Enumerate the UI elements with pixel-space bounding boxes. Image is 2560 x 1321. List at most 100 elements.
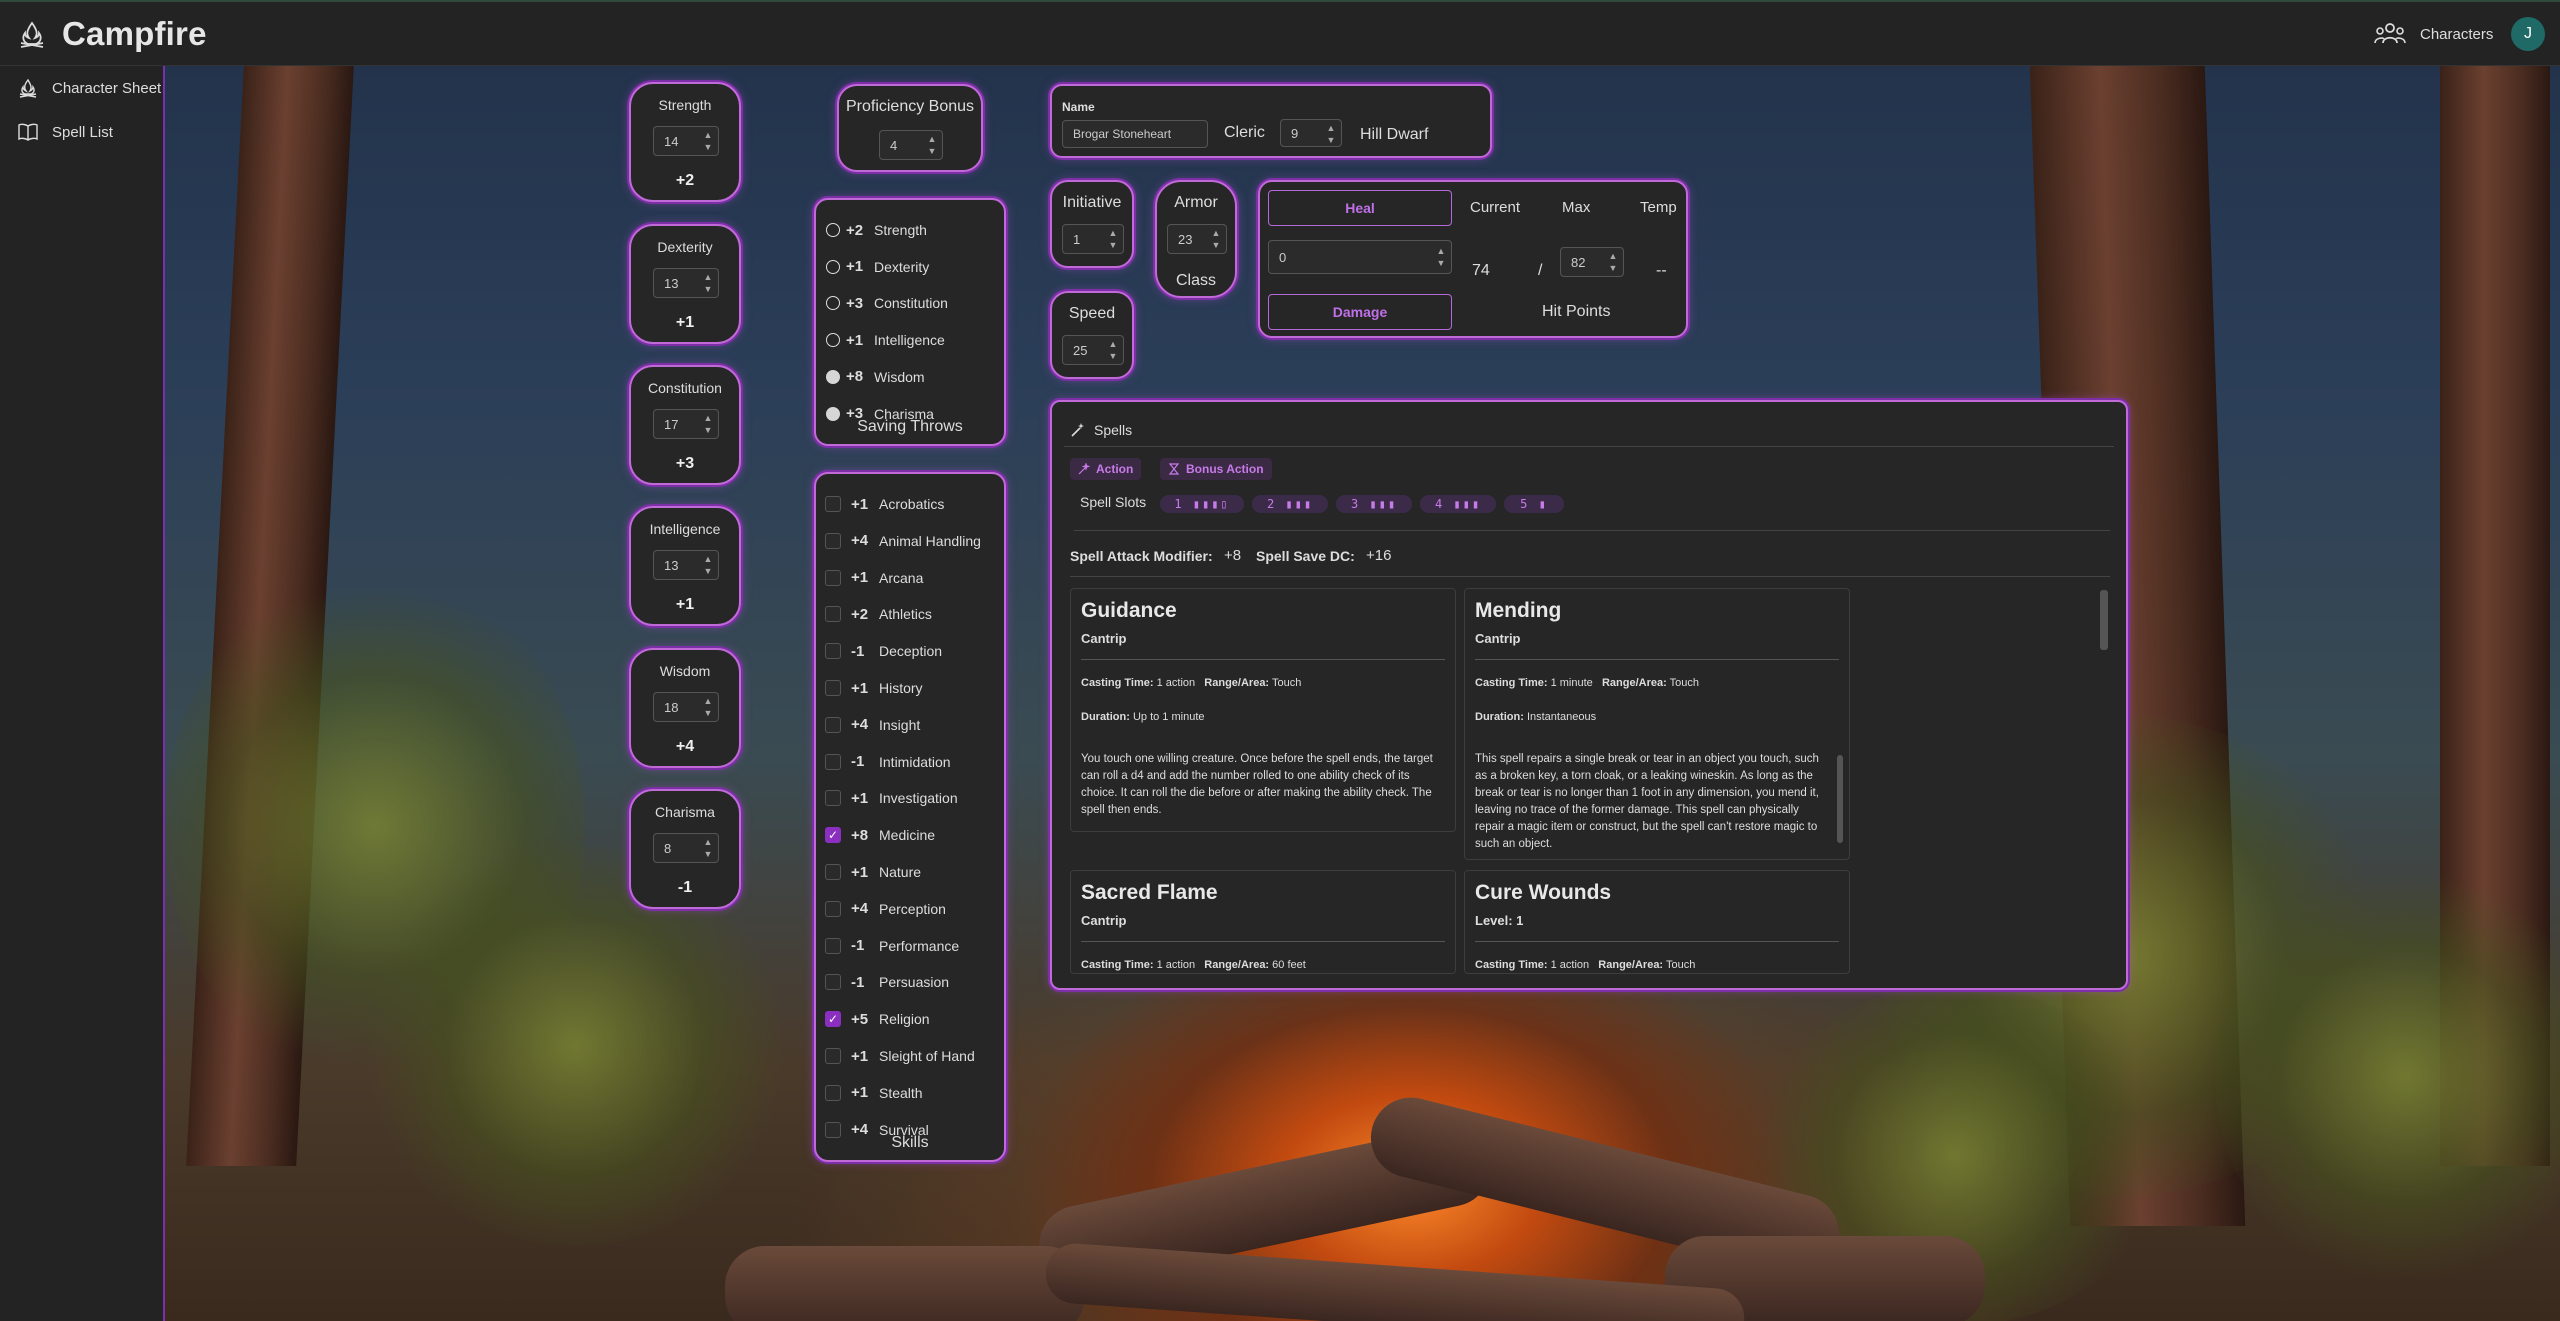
chevron-down-icon[interactable]: ▼	[1106, 239, 1120, 251]
skill-row[interactable]: +1 History	[816, 670, 1004, 706]
ability-score-input[interactable]: 17 ▲ ▼	[653, 409, 719, 439]
skill-row[interactable]: -1 Deception	[816, 633, 1004, 669]
heal-button[interactable]: Heal	[1268, 190, 1452, 226]
stepper[interactable]: ▲ ▼	[701, 553, 715, 577]
initiative-input[interactable]: 1 ▲ ▼	[1062, 224, 1124, 254]
proficiency-checkbox[interactable]	[825, 900, 841, 917]
chevron-down-icon[interactable]: ▼	[701, 141, 715, 153]
sidebar-item-spell-list[interactable]: Spell List	[0, 112, 163, 152]
chevron-down-icon[interactable]: ▼	[701, 283, 715, 295]
skill-row[interactable]: -1 Persuasion	[816, 964, 1004, 1000]
damage-button[interactable]: Damage	[1268, 294, 1452, 330]
spells-scrollbar[interactable]	[2100, 590, 2108, 650]
proficiency-checkbox[interactable]	[825, 496, 841, 512]
chevron-down-icon[interactable]: ▼	[701, 424, 715, 436]
chevron-down-icon[interactable]: ▼	[1324, 134, 1338, 146]
stepper[interactable]: ▲ ▼	[1106, 227, 1120, 251]
speed-input[interactable]: 25 ▲ ▼	[1062, 335, 1124, 365]
chevron-up-icon[interactable]: ▲	[701, 695, 715, 707]
ability-score-input[interactable]: 18 ▲ ▼	[653, 692, 719, 722]
proficiency-checkbox[interactable]	[825, 937, 841, 954]
saving-throw-row[interactable]: +3 Constitution	[816, 285, 1004, 321]
ability-score-input[interactable]: 8 ▲ ▼	[653, 833, 719, 863]
stepper[interactable]: ▲ ▼	[701, 695, 715, 719]
ability-score-input[interactable]: 14 ▲ ▼	[653, 126, 719, 156]
proficiency-checkbox[interactable]: ✓	[825, 1011, 841, 1028]
proficiency-radio[interactable]	[826, 333, 840, 348]
skill-row[interactable]: +4 Perception	[816, 891, 1004, 927]
avatar[interactable]: J	[2511, 17, 2545, 51]
stepper[interactable]: ▲ ▼	[1324, 122, 1338, 146]
name-input[interactable]: Brogar Stoneheart	[1062, 120, 1208, 148]
chevron-up-icon[interactable]: ▲	[701, 271, 715, 283]
app-title[interactable]: Campfire	[62, 15, 207, 53]
proficiency-checkbox[interactable]	[825, 606, 841, 623]
stepper[interactable]: ▲ ▼	[1606, 250, 1620, 274]
spell-card-mending[interactable]: Mending Cantrip Casting Time: 1 minute R…	[1464, 588, 1850, 860]
saving-throw-row[interactable]: +1 Intelligence	[816, 322, 1004, 358]
chevron-up-icon[interactable]: ▲	[701, 836, 715, 848]
skill-row[interactable]: +1 Nature	[816, 854, 1004, 890]
spell-slot-3[interactable]: 3 ▮▮▮	[1336, 495, 1412, 513]
chevron-down-icon[interactable]: ▼	[925, 145, 939, 157]
skill-row[interactable]: +2 Athletics	[816, 596, 1004, 632]
saving-throw-row[interactable]: +2 Strength	[816, 212, 1004, 248]
proficiency-input[interactable]: 4 ▲ ▼	[879, 130, 943, 160]
sidebar-item-character-sheet[interactable]: Character Sheet	[0, 68, 163, 108]
stepper[interactable]: ▲ ▼	[1106, 338, 1120, 362]
stepper[interactable]: ▲ ▼	[701, 129, 715, 153]
stepper[interactable]: ▲ ▼	[925, 133, 939, 157]
chevron-down-icon[interactable]: ▼	[1106, 350, 1120, 362]
chevron-up-icon[interactable]: ▲	[1434, 245, 1448, 257]
hp-max-input[interactable]: 82 ▲ ▼	[1560, 247, 1624, 277]
ability-score-input[interactable]: 13 ▲ ▼	[653, 268, 719, 298]
proficiency-checkbox[interactable]	[825, 974, 841, 991]
description-scrollbar[interactable]	[1837, 755, 1843, 843]
chevron-up-icon[interactable]: ▲	[701, 129, 715, 141]
chevron-down-icon[interactable]: ▼	[701, 707, 715, 719]
stepper[interactable]: ▲ ▼	[1434, 245, 1448, 269]
chevron-down-icon[interactable]: ▼	[1434, 257, 1448, 269]
chevron-up-icon[interactable]: ▲	[701, 412, 715, 424]
proficiency-checkbox[interactable]	[825, 864, 841, 880]
proficiency-radio[interactable]	[826, 369, 840, 384]
skill-row[interactable]: +1 Arcana	[816, 560, 1004, 596]
proficiency-radio[interactable]	[826, 223, 840, 237]
hp-amount-input[interactable]: 0 ▲ ▼	[1268, 240, 1452, 274]
proficiency-checkbox[interactable]	[825, 1048, 841, 1064]
spell-slot-1[interactable]: 1 ▮▮▮▯	[1160, 495, 1244, 513]
spell-slot-2[interactable]: 2 ▮▮▮	[1252, 495, 1328, 513]
proficiency-checkbox[interactable]	[825, 680, 841, 696]
chevron-up-icon[interactable]: ▲	[701, 553, 715, 565]
skill-row[interactable]: +4 Animal Handling	[816, 523, 1004, 559]
skill-row[interactable]: +1 Investigation	[816, 780, 1004, 816]
saving-throw-row[interactable]: +8 Wisdom	[816, 359, 1004, 395]
proficiency-radio[interactable]	[826, 296, 840, 311]
proficiency-checkbox[interactable]: ✓	[825, 827, 841, 844]
proficiency-checkbox[interactable]	[825, 753, 841, 770]
skill-row[interactable]: +1 Acrobatics	[816, 486, 1004, 522]
chevron-up-icon[interactable]: ▲	[925, 133, 939, 145]
proficiency-checkbox[interactable]	[825, 716, 841, 733]
chevron-down-icon[interactable]: ▼	[1209, 239, 1223, 251]
proficiency-checkbox[interactable]	[825, 1084, 841, 1101]
ability-score-input[interactable]: 13 ▲ ▼	[653, 550, 719, 580]
skill-row[interactable]: ✓ +5 Religion	[816, 1001, 1004, 1037]
filter-action[interactable]: Action	[1070, 458, 1142, 480]
skill-row[interactable]: +1 Stealth	[816, 1075, 1004, 1111]
skill-row[interactable]: +1 Sleight of Hand	[816, 1038, 1004, 1074]
chevron-up-icon[interactable]: ▲	[1106, 338, 1120, 350]
proficiency-checkbox[interactable]	[825, 569, 841, 586]
chevron-down-icon[interactable]: ▼	[1606, 262, 1620, 274]
proficiency-checkbox[interactable]	[825, 532, 841, 549]
chevron-down-icon[interactable]: ▼	[701, 848, 715, 860]
stepper[interactable]: ▲ ▼	[701, 412, 715, 436]
skill-row[interactable]: +4 Insight	[816, 707, 1004, 743]
spell-slot-5[interactable]: 5 ▮	[1504, 495, 1564, 513]
armor-input[interactable]: 23 ▲ ▼	[1167, 224, 1227, 254]
level-input[interactable]: 9 ▲ ▼	[1280, 119, 1342, 147]
skill-row[interactable]: -1 Performance	[816, 928, 1004, 964]
filter-bonus-action[interactable]: Bonus Action	[1160, 458, 1272, 480]
stepper[interactable]: ▲ ▼	[1209, 227, 1223, 251]
characters-link[interactable]: Characters	[2420, 26, 2493, 43]
